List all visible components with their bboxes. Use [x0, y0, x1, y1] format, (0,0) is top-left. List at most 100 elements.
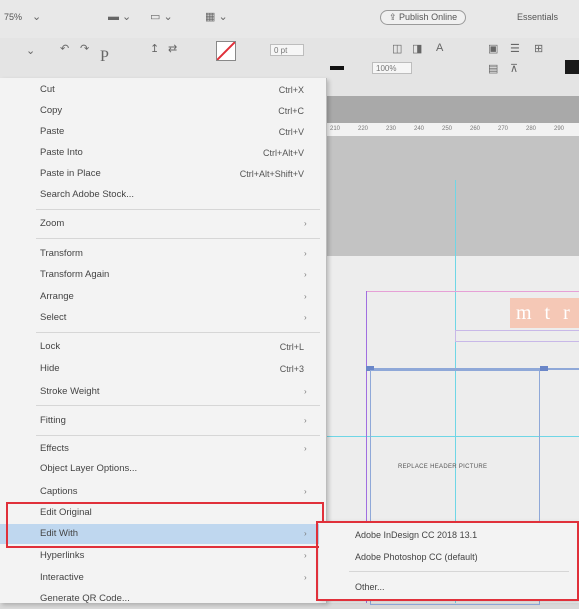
view-options-icon[interactable]: ▬ ⌄ [108, 10, 131, 23]
highlight-callout-edit-with [6, 502, 324, 548]
menu-item-stroke-weight[interactable]: Stroke Weight › [0, 382, 326, 402]
flip-horizontal-icon[interactable]: P [100, 48, 109, 66]
text-wrap-icon[interactable]: ⊼ [510, 62, 518, 75]
menu-item-shortcut: Ctrl+C [278, 106, 304, 116]
menu-item-label: Hyperlinks [40, 550, 85, 561]
submenu-arrow-icon: › [304, 313, 307, 322]
menu-item-label: Effects [40, 443, 69, 454]
menu-item-cut[interactable]: Cut Ctrl+X [0, 80, 326, 100]
align-icon[interactable]: ▤ [488, 62, 498, 75]
menu-item-shortcut: Ctrl+X [278, 85, 304, 95]
arrange-documents-icon[interactable]: ▦ ⌄ [205, 10, 228, 23]
ruler-tick-label: 230 [386, 126, 397, 132]
zoom-level[interactable]: 75% [4, 12, 22, 22]
submenu-arrow-icon: › [304, 573, 307, 582]
menu-item-search-adobe-stock[interactable]: Search Adobe Stock... [0, 185, 326, 205]
menu-item-shortcut: Ctrl+Alt+V [262, 148, 304, 158]
menu-separator [36, 435, 320, 436]
menu-item-paste[interactable]: Paste Ctrl+V [0, 122, 326, 142]
ruler-tick-label: 290 [554, 126, 565, 132]
menu-item-fitting[interactable]: Fitting › [0, 411, 326, 431]
menu-item-label: Select [40, 312, 67, 323]
submenu-arrow-icon: › [304, 416, 307, 425]
ruler-tick-label: 210 [330, 126, 341, 132]
menu-item-shortcut: Ctrl+3 [279, 364, 304, 374]
publish-icon: ⇪ [389, 12, 400, 22]
fit-content-icon[interactable]: ◨ [412, 42, 422, 55]
menu-item-lock[interactable]: Lock Ctrl+L [0, 337, 326, 357]
menu-item-shortcut: Ctrl+L [279, 342, 304, 352]
application-bar: 75% ⌄ ▬ ⌄ ▭ ⌄ ▦ ⌄ ⇪ Publish Online Essen… [0, 0, 579, 39]
auto-fit-icon[interactable]: A [436, 42, 443, 54]
menu-separator [36, 209, 320, 210]
frame-handle[interactable] [540, 366, 548, 371]
submenu-arrow-icon: › [304, 249, 307, 258]
publish-online-label: Publish Online [399, 12, 458, 22]
submenu-arrow-icon: › [304, 219, 307, 228]
ruler-tick-label: 280 [526, 126, 537, 132]
placeholder-label: REPLACE HEADER PICTURE [398, 464, 488, 470]
submenu-arrow-icon: › [304, 487, 307, 496]
menu-item-copy[interactable]: Copy Ctrl+C [0, 101, 326, 121]
columns-icon[interactable]: ⊞ [534, 42, 543, 55]
ruler-tick-label: 240 [414, 126, 425, 132]
menu-item-label: Zoom [40, 218, 65, 229]
select-content-icon[interactable]: ⇄ [168, 42, 177, 55]
menu-item-label: Object Layer Options... [40, 463, 138, 474]
menu-item-select[interactable]: Select › [0, 308, 326, 328]
menu-item-label: Stroke Weight [40, 386, 100, 397]
screen-mode-icon[interactable]: ▭ ⌄ [150, 10, 173, 23]
menu-item-arrange[interactable]: Arrange › [0, 287, 326, 307]
ruler-tick-label: 260 [470, 126, 481, 132]
rotate-ccw-icon[interactable]: ↶ [60, 42, 69, 55]
menu-item-label: Arrange [40, 291, 74, 302]
horizontal-ruler: 210 220 230 240 250 260 270 280 290 [326, 123, 579, 137]
submenu-arrow-icon: › [304, 270, 307, 279]
select-container-icon[interactable]: ↥ [150, 42, 159, 55]
margin-guide [366, 291, 579, 292]
submenu-arrow-icon: › [304, 551, 307, 560]
menu-separator [36, 405, 320, 406]
ruler-tick-label: 250 [442, 126, 453, 132]
ruler-tick-label: 270 [498, 126, 509, 132]
fit-frame-icon[interactable]: ◫ [392, 42, 402, 55]
reference-point-dropdown-icon[interactable]: ⌄ [26, 44, 35, 57]
text-frame[interactable] [455, 330, 579, 342]
menu-item-captions[interactable]: Captions › [0, 482, 326, 502]
workspace-switcher[interactable]: Essentials [517, 12, 558, 22]
menu-item-paste-into[interactable]: Paste Into Ctrl+Alt+V [0, 143, 326, 163]
effects-swatch[interactable] [565, 60, 579, 74]
submenu-arrow-icon: › [304, 292, 307, 301]
menu-item-label: Generate QR Code... [40, 593, 130, 604]
align-center-icon[interactable]: ▣ [488, 42, 498, 55]
menu-item-transform[interactable]: Transform › [0, 244, 326, 264]
none-swatch-icon [216, 41, 236, 61]
menu-item-label: Interactive [40, 572, 84, 583]
menu-item-interactive[interactable]: Interactive › [0, 568, 326, 588]
menu-item-shortcut: Ctrl+V [278, 127, 304, 137]
menu-item-paste-in-place[interactable]: Paste in Place Ctrl+Alt+Shift+V [0, 164, 326, 184]
menu-item-hide[interactable]: Hide Ctrl+3 [0, 359, 326, 379]
menu-separator [36, 238, 320, 239]
rotate-cw-icon[interactable]: ↷ [80, 42, 89, 55]
publish-online-button[interactable]: ⇪ Publish Online [380, 10, 467, 25]
menu-item-label: Transform Again [40, 269, 110, 280]
menu-item-generate-qr-code[interactable]: Generate QR Code... [0, 589, 326, 609]
menu-item-object-layer-options[interactable]: Object Layer Options... [0, 459, 326, 479]
menu-item-label: Fitting [40, 415, 66, 426]
menu-item-effects[interactable]: Effects › [0, 439, 326, 459]
ruler-tick-label: 220 [358, 126, 369, 132]
menu-item-label: Captions [40, 486, 78, 497]
menu-item-zoom[interactable]: Zoom › [0, 214, 326, 234]
menu-item-hyperlinks[interactable]: Hyperlinks › [0, 546, 326, 566]
distribute-icon[interactable]: ☰ [510, 42, 520, 55]
font-size-field[interactable]: 0 pt [270, 44, 304, 56]
menu-item-transform-again[interactable]: Transform Again › [0, 265, 326, 285]
zoom-dropdown-icon[interactable]: ⌄ [32, 10, 41, 23]
menu-item-label: Transform [40, 248, 83, 259]
fill-swatch[interactable] [216, 41, 236, 61]
stroke-color-bar[interactable] [330, 66, 344, 70]
opacity-field[interactable]: 100% [372, 62, 412, 74]
pasteboard [326, 136, 579, 256]
submenu-arrow-icon: › [304, 444, 307, 453]
